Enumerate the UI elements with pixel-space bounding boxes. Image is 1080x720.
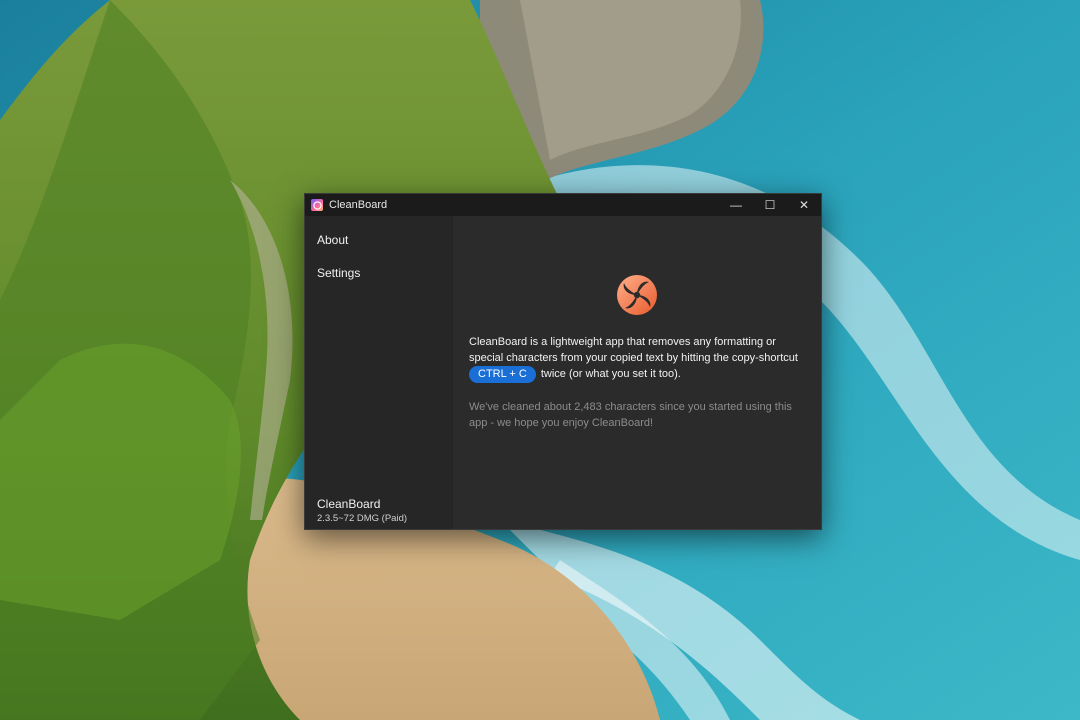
window-title: CleanBoard	[329, 199, 388, 211]
description-text: CleanBoard is a lightweight app that rem…	[469, 336, 798, 364]
shortcut-badge: CTRL + C	[469, 366, 536, 383]
maximize-icon[interactable]: ☐	[753, 194, 787, 216]
sidebar: About Settings CleanBoard 2.3.5~72 DMG (…	[305, 216, 453, 529]
swirl-logo-icon	[311, 199, 323, 211]
description-text-end: twice (or what you set it too).	[540, 368, 681, 380]
footer-app-name: CleanBoard	[317, 497, 381, 511]
window-body: About Settings CleanBoard 2.3.5~72 DMG (…	[305, 216, 821, 529]
footer-version: 2.3.5~72 DMG (Paid)	[317, 513, 408, 524]
app-description: CleanBoard is a lightweight app that rem…	[469, 334, 805, 383]
app-logo	[469, 274, 805, 316]
minimize-icon[interactable]: —	[719, 194, 753, 216]
sidebar-footer: CleanBoard 2.3.5~72 DMG (Paid)	[317, 497, 407, 524]
app-window: CleanBoard — ☐ ✕ About Settings CleanBoa…	[304, 193, 822, 530]
usage-stats: We've cleaned about 2,483 characters sin…	[469, 401, 792, 429]
sidebar-item-settings[interactable]: Settings	[305, 257, 453, 290]
sidebar-item-about[interactable]: About	[305, 224, 453, 257]
close-icon[interactable]: ✕	[787, 194, 821, 216]
main-content: CleanBoard is a lightweight app that rem…	[453, 216, 821, 529]
swirl-logo-icon	[617, 275, 657, 315]
title-bar[interactable]: CleanBoard — ☐ ✕	[305, 194, 821, 216]
